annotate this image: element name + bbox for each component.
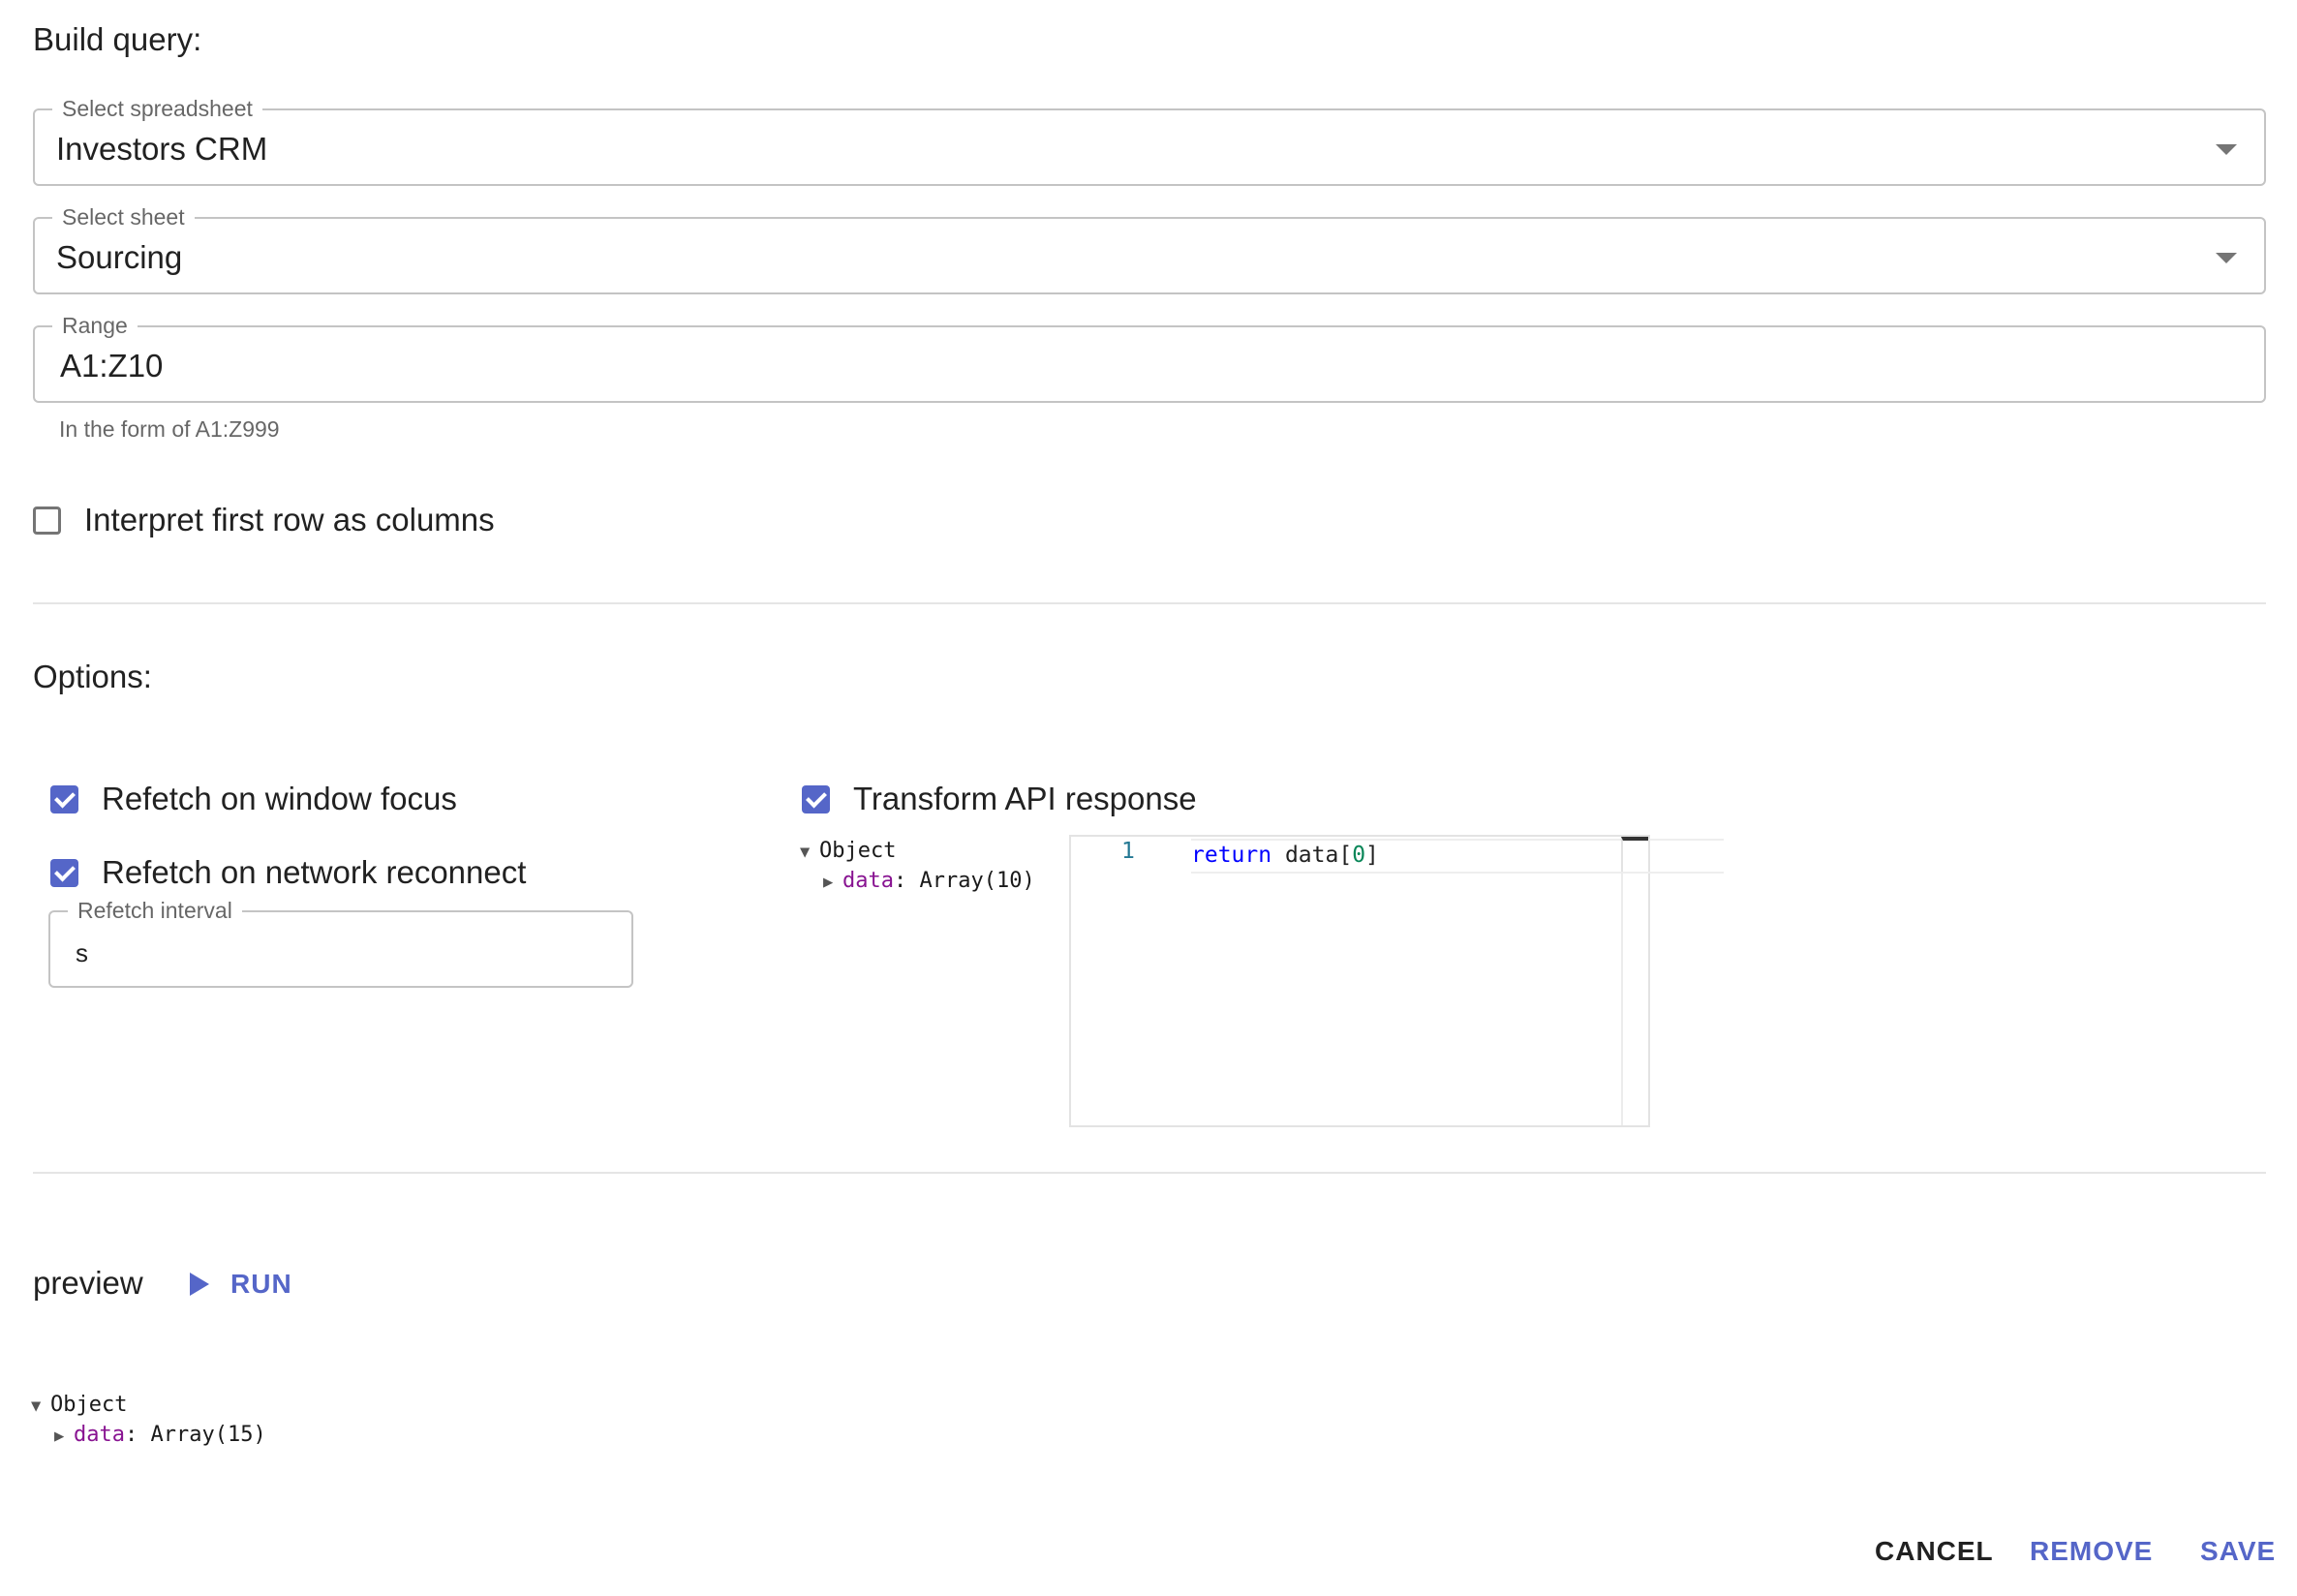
select-sheet-dropdown[interactable]: Select sheet Sourcing <box>33 204 2266 294</box>
line-number: 1 <box>1121 839 1135 864</box>
range-label: Range <box>52 313 138 338</box>
options-title: Options: <box>33 659 152 694</box>
first-row-columns-checkbox[interactable] <box>33 506 61 535</box>
transform-code-editor[interactable]: 1 return data[0] <box>1069 835 1724 1127</box>
editor-scrollbar-thumb[interactable] <box>1621 837 1648 872</box>
select-spreadsheet-dropdown[interactable]: Select spreadsheet Investors CRM <box>33 96 2266 186</box>
refetch-reconnect-checkbox-row[interactable]: Refetch on network reconnect <box>50 854 526 891</box>
select-sheet-value: Sourcing <box>56 239 183 275</box>
run-label: RUN <box>230 1269 292 1299</box>
inspector-root-row[interactable]: ▼ Object <box>31 1391 266 1421</box>
inspector-data-row[interactable]: ▶ data: Array(10) <box>800 867 1035 897</box>
divider <box>33 602 2266 604</box>
code-identifier: data[ <box>1271 843 1353 868</box>
first-row-columns-label: Interpret first row as columns <box>84 502 495 537</box>
inspector-data-row[interactable]: ▶ data: Array(15) <box>31 1421 266 1451</box>
remove-button[interactable]: REMOVE <box>2030 1536 2153 1567</box>
build-query-title: Build query: <box>33 21 202 57</box>
cancel-button[interactable]: CANCEL <box>1875 1536 1994 1567</box>
transform-object-inspector[interactable]: ▼ Object ▶ data: Array(10) <box>800 837 1035 897</box>
first-row-columns-checkbox-row[interactable]: Interpret first row as columns <box>33 502 495 538</box>
select-spreadsheet-label: Select spreadsheet <box>52 96 262 121</box>
refetch-reconnect-checkbox[interactable] <box>50 858 78 887</box>
chevron-down-icon[interactable] <box>2216 253 2237 263</box>
save-button[interactable]: SAVE <box>2200 1536 2276 1567</box>
select-spreadsheet-value: Investors CRM <box>56 131 268 167</box>
editor-scrollbar-track[interactable] <box>1621 837 1623 1125</box>
play-icon <box>190 1273 209 1296</box>
collapsed-triangle-icon[interactable]: ▶ <box>823 869 842 897</box>
preview-object-inspector[interactable]: ▼ Object ▶ data: Array(15) <box>31 1391 266 1451</box>
refetch-interval-label: Refetch interval <box>68 898 242 923</box>
transform-checkbox-row[interactable]: Transform API response <box>802 781 1197 817</box>
code-index: 0 <box>1352 843 1366 868</box>
query-editor-panel: Build query: Select spreadsheet Investor… <box>0 0 2297 1596</box>
refetch-focus-label: Refetch on window focus <box>102 781 457 816</box>
inspector-colon: : <box>124 1423 151 1447</box>
code-bracket: ] <box>1365 843 1379 868</box>
refetch-interval-value[interactable]: s <box>76 936 88 970</box>
inspector-key: data <box>842 869 894 893</box>
inspector-root-row[interactable]: ▼ Object <box>800 837 1035 867</box>
refetch-interval-input[interactable]: Refetch interval s <box>48 898 633 988</box>
inspector-root-label: Object <box>50 1393 128 1417</box>
collapsed-triangle-icon[interactable]: ▶ <box>54 1423 74 1451</box>
code-keyword: return <box>1191 843 1272 868</box>
preview-title: preview <box>33 1265 143 1301</box>
refetch-focus-checkbox-row[interactable]: Refetch on window focus <box>50 781 457 817</box>
inspector-colon: : <box>893 869 920 893</box>
refetch-focus-checkbox[interactable] <box>50 784 78 813</box>
chevron-down-icon[interactable] <box>2216 144 2237 155</box>
range-helper-text: In the form of A1:Z999 <box>59 416 280 442</box>
range-value[interactable]: A1:Z10 <box>60 349 163 384</box>
transform-label: Transform API response <box>853 781 1197 816</box>
expanded-triangle-icon[interactable]: ▼ <box>31 1393 50 1421</box>
inspector-root-label: Object <box>819 839 897 863</box>
range-input[interactable]: Range A1:Z10 <box>33 313 2266 403</box>
inspector-value: Array(15) <box>150 1423 266 1447</box>
refetch-reconnect-label: Refetch on network reconnect <box>102 854 527 890</box>
select-sheet-label: Select sheet <box>52 204 195 230</box>
run-button[interactable]: RUN <box>190 1269 292 1300</box>
divider <box>33 1172 2266 1174</box>
expanded-triangle-icon[interactable]: ▼ <box>800 839 819 867</box>
inspector-key: data <box>74 1423 125 1447</box>
inspector-value: Array(10) <box>919 869 1035 893</box>
transform-checkbox[interactable] <box>802 784 830 813</box>
